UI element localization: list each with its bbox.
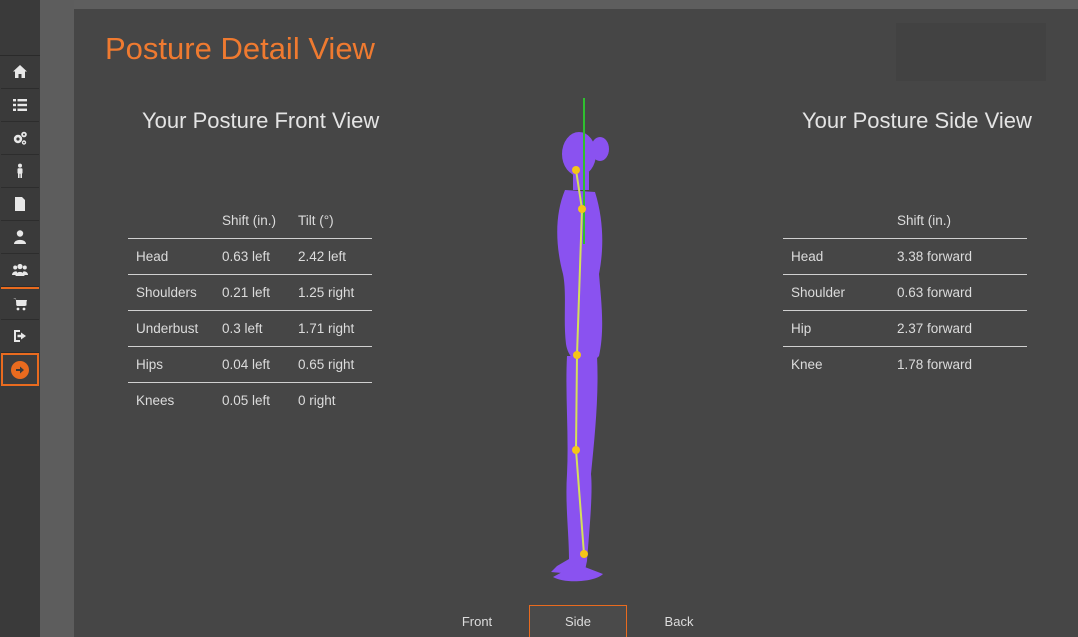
shift-value: 3.38 forward bbox=[897, 249, 973, 264]
body-scan-model[interactable] bbox=[529, 94, 639, 594]
tab-back[interactable]: Back bbox=[630, 605, 728, 637]
table-header-row: Shift (in.) Tilt (°) bbox=[128, 202, 372, 239]
top-bar bbox=[74, 0, 1078, 9]
side-view-table: Shift (in.) Head 3.38 forward Shoulder 0… bbox=[783, 202, 1027, 382]
tab-side[interactable]: Side bbox=[529, 605, 627, 637]
sidebar-item-users[interactable] bbox=[1, 254, 39, 287]
table-row: Knee 1.78 forward bbox=[783, 346, 1027, 383]
front-view-table: Shift (in.) Tilt (°) Head 0.63 left 2.42… bbox=[128, 202, 372, 418]
main-panel: Posture Detail View Your Posture Front V… bbox=[74, 9, 1078, 637]
gears-icon bbox=[13, 131, 27, 145]
column-header-shift: Shift (in.) bbox=[222, 212, 277, 228]
joint-marker-head bbox=[572, 166, 580, 174]
tilt-value: 1.71 right bbox=[298, 321, 355, 336]
header-panel bbox=[896, 23, 1046, 81]
view-tabs: Front Side Back bbox=[74, 605, 1078, 637]
sidebar-item-posture[interactable] bbox=[1, 155, 39, 188]
sidebar-item-list[interactable] bbox=[1, 89, 39, 122]
tab-front[interactable]: Front bbox=[428, 605, 526, 637]
table-row: Shoulder 0.63 forward bbox=[783, 274, 1027, 311]
cart-icon bbox=[13, 298, 27, 311]
arrow-right-circle-icon bbox=[11, 360, 29, 379]
table-header-row: Shift (in.) bbox=[783, 202, 1027, 239]
gutter bbox=[40, 0, 74, 637]
shift-value: 0.63 forward bbox=[897, 285, 973, 300]
row-label: Head bbox=[791, 249, 824, 264]
list-icon bbox=[13, 99, 27, 111]
sidebar-item-sign-out[interactable] bbox=[1, 320, 39, 353]
row-label: Knee bbox=[791, 357, 823, 372]
shift-value: 2.37 forward bbox=[897, 321, 973, 336]
front-view-title: Your Posture Front View bbox=[142, 108, 380, 133]
table-row: Head 0.63 left 2.42 left bbox=[128, 238, 372, 275]
row-label: Hips bbox=[136, 357, 164, 372]
document-icon bbox=[15, 197, 25, 211]
sidebar-item-documents[interactable] bbox=[1, 188, 39, 221]
row-label: Hip bbox=[791, 321, 812, 336]
column-header-shift: Shift (in.) bbox=[897, 212, 952, 228]
tilt-value: 1.25 right bbox=[298, 285, 355, 300]
row-label: Knees bbox=[136, 393, 175, 408]
table-row: Hip 2.37 forward bbox=[783, 310, 1027, 347]
sidebar-header bbox=[0, 0, 40, 56]
joint-marker-hip bbox=[573, 351, 581, 359]
page-title: Posture Detail View bbox=[105, 31, 375, 66]
tilt-value: 2.42 left bbox=[298, 249, 347, 264]
row-label: Underbust bbox=[136, 321, 199, 336]
sidebar-item-settings[interactable] bbox=[1, 122, 39, 155]
shift-value: 0.21 left bbox=[222, 285, 271, 300]
joint-marker-knee bbox=[572, 446, 580, 454]
joint-marker-shoulder bbox=[578, 205, 586, 213]
sidebar-item-next[interactable] bbox=[1, 353, 39, 386]
sign-out-icon bbox=[14, 330, 26, 342]
side-view-title: Your Posture Side View bbox=[802, 108, 1032, 133]
joint-marker-ankle bbox=[580, 550, 588, 558]
table-row: Knees 0.05 left 0 right bbox=[128, 382, 372, 419]
row-label: Shoulder bbox=[791, 285, 846, 300]
user-icon bbox=[14, 230, 26, 244]
sidebar bbox=[0, 0, 40, 637]
table-row: Shoulders 0.21 left 1.25 right bbox=[128, 274, 372, 311]
tilt-value: 0 right bbox=[298, 393, 336, 408]
home-icon bbox=[13, 65, 27, 78]
sidebar-item-home[interactable] bbox=[1, 56, 39, 89]
shift-value: 0.3 left bbox=[222, 321, 263, 336]
table-row: Hips 0.04 left 0.65 right bbox=[128, 346, 372, 383]
users-icon bbox=[12, 263, 28, 276]
sidebar-item-user[interactable] bbox=[1, 221, 39, 254]
sidebar-item-cart[interactable] bbox=[1, 287, 39, 320]
row-label: Shoulders bbox=[136, 285, 197, 300]
column-header-tilt: Tilt (°) bbox=[298, 212, 334, 228]
shift-value: 1.78 forward bbox=[897, 357, 973, 372]
person-icon bbox=[17, 163, 23, 178]
tilt-value: 0.65 right bbox=[298, 357, 355, 372]
table-row: Underbust 0.3 left 1.71 right bbox=[128, 310, 372, 347]
shift-value: 0.05 left bbox=[222, 393, 271, 408]
table-row: Head 3.38 forward bbox=[783, 238, 1027, 275]
shift-value: 0.04 left bbox=[222, 357, 271, 372]
column-header bbox=[128, 202, 214, 239]
row-label: Head bbox=[136, 249, 169, 264]
shift-value: 0.63 left bbox=[222, 249, 271, 264]
column-header bbox=[783, 202, 889, 239]
